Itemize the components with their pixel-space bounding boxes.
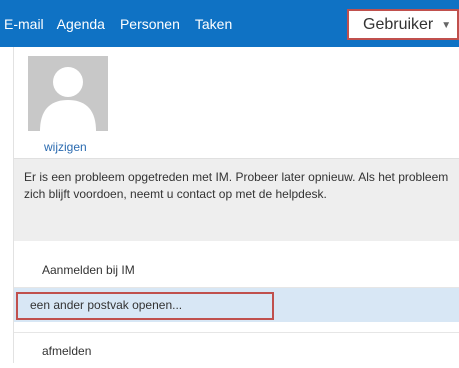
nav-email[interactable]: E-mail (4, 16, 44, 32)
open-other-mailbox-label: een ander postvak openen... (30, 298, 183, 312)
im-error-message: Er is een probleem opgetreden met IM. Pr… (14, 158, 459, 241)
change-photo-link[interactable]: wijzigen (44, 140, 87, 154)
divider (14, 332, 459, 333)
person-silhouette-icon (28, 56, 108, 131)
user-name-label: Gebruiker (363, 15, 434, 33)
top-navigation-bar: E-mail Agenda Personen Taken Gebruiker ▼ (0, 0, 459, 47)
nav-personen[interactable]: Personen (120, 16, 180, 32)
avatar[interactable] (28, 56, 108, 131)
chevron-down-icon: ▼ (441, 20, 452, 31)
app-nav: E-mail Agenda Personen Taken (0, 0, 232, 47)
nav-taken[interactable]: Taken (195, 16, 232, 32)
sign-in-im-item[interactable]: Aanmelden bij IM (14, 253, 459, 287)
nav-agenda[interactable]: Agenda (57, 16, 105, 32)
profile-section: wijzigen (14, 47, 459, 158)
user-dropdown-menu: wijzigen Er is een probleem opgetreden m… (13, 47, 459, 363)
user-menu-button[interactable]: Gebruiker ▼ (347, 9, 459, 40)
open-other-mailbox-item[interactable]: een ander postvak openen... (14, 288, 459, 322)
